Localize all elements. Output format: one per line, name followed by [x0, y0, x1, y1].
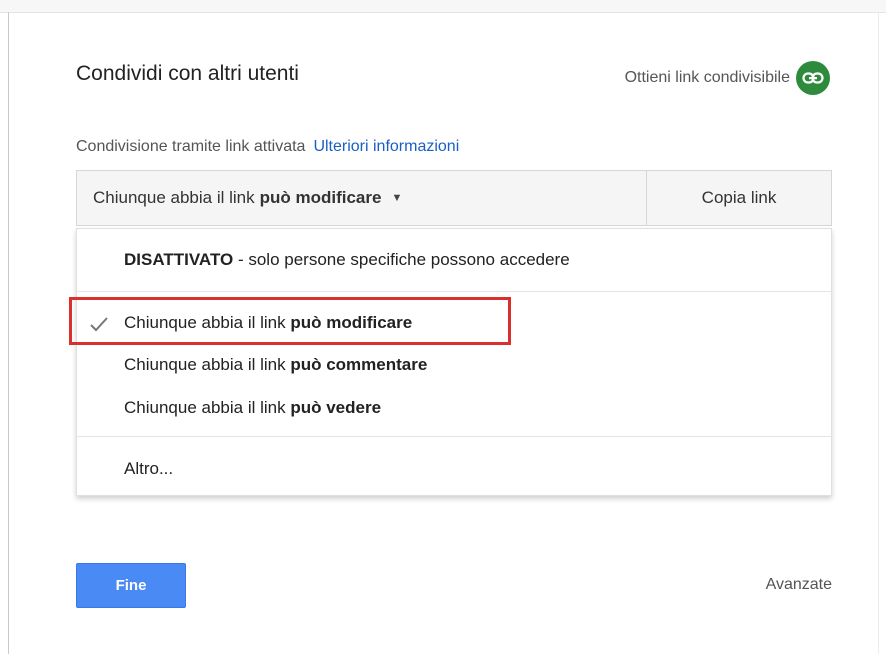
window-top-edge — [0, 0, 886, 13]
get-shareable-link-button[interactable]: Ottieni link condivisibile — [625, 61, 830, 95]
window-left-edge — [8, 12, 9, 654]
link-icon[interactable] — [796, 61, 830, 95]
menu-divider — [77, 436, 831, 437]
menu-item-permission: può vedere — [290, 398, 382, 417]
menu-item-prefix: Chiunque abbia il link — [124, 398, 286, 417]
link-sharing-status: Condivisione tramite link attivata Ulteri… — [76, 138, 459, 156]
menu-divider — [77, 291, 831, 292]
menu-item-off-desc: - solo persone specifiche possono accede… — [233, 250, 570, 269]
window-right-edge — [878, 12, 879, 654]
menu-item-prefix: Chiunque abbia il link — [124, 313, 286, 332]
menu-item-more-label: Altro... — [124, 459, 174, 478]
get-shareable-link-label: Ottieni link condivisibile — [624, 69, 790, 86]
menu-item-off[interactable]: DISATTIVATO - solo persone specifiche po… — [77, 250, 831, 276]
menu-item-permission: può modificare — [290, 313, 413, 332]
done-button[interactable]: Fine — [76, 563, 186, 608]
link-sharing-status-text: Condivisione tramite link attivata — [76, 138, 306, 155]
menu-item-can-edit[interactable]: Chiunque abbia il link può modificare — [77, 313, 831, 337]
link-access-prefix: Chiunque abbia il link — [93, 188, 255, 207]
menu-item-permission: può commentare — [290, 355, 428, 374]
dialog-title: Condividi con altri utenti — [76, 62, 299, 85]
menu-item-more[interactable]: Altro... — [77, 459, 831, 483]
copy-link-button[interactable]: Copia link — [646, 171, 831, 225]
menu-item-off-bold: DISATTIVATO — [124, 250, 234, 269]
menu-item-can-view[interactable]: Chiunque abbia il link può vedere — [77, 398, 831, 422]
menu-item-prefix: Chiunque abbia il link — [124, 355, 286, 374]
link-access-menu: DISATTIVATO - solo persone specifiche po… — [76, 228, 832, 496]
check-icon — [90, 317, 108, 332]
menu-item-can-comment[interactable]: Chiunque abbia il link può commentare — [77, 355, 831, 379]
link-access-row: Chiunque abbia il link può modificare ▼ … — [76, 170, 832, 226]
caret-down-icon: ▼ — [391, 192, 403, 204]
link-access-dropdown[interactable]: Chiunque abbia il link può modificare ▼ — [77, 171, 646, 225]
advanced-link[interactable]: Avanzate — [766, 576, 832, 594]
more-info-link[interactable]: Ulteriori informazioni — [313, 138, 459, 155]
link-access-permission: può modificare — [259, 188, 382, 207]
